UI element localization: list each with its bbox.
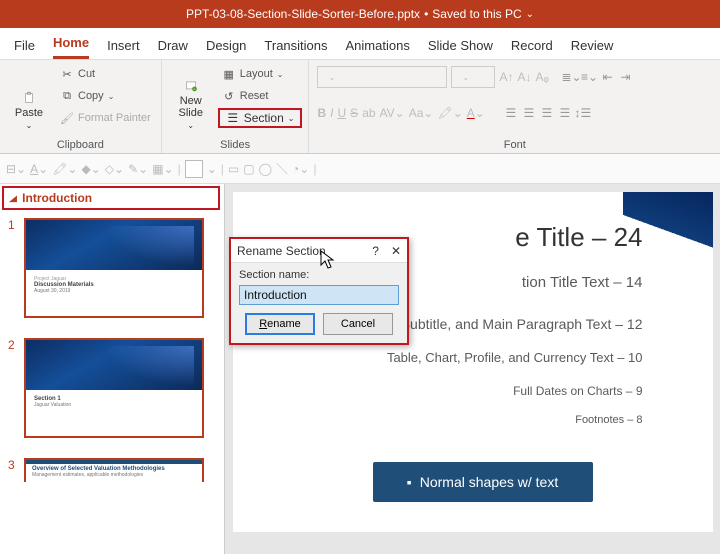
font-color-icon[interactable]: A⌄ bbox=[467, 106, 485, 120]
font-family-select[interactable]: ⌄ bbox=[317, 66, 447, 88]
cancel-button[interactable]: Cancel bbox=[323, 313, 393, 335]
section-button[interactable]: ☰Section⌄ bbox=[218, 108, 303, 128]
font-size-select[interactable]: ⌄ bbox=[451, 66, 495, 88]
chevron-down-icon[interactable]: ⌄ bbox=[526, 9, 534, 20]
layout-button[interactable]: ▦Layout⌄ bbox=[218, 64, 303, 84]
spacing-icon[interactable]: AV⌄ bbox=[380, 106, 405, 120]
group-font: ⌄ ⌄ A↑ A↓ Aᵩ ≣⌄ ≡⌄ ⇤ ⇥ B I U S ab AV⌄ Aa… bbox=[309, 60, 720, 153]
layout-icon: ▦ bbox=[222, 67, 236, 81]
tab-transitions[interactable]: Transitions bbox=[264, 32, 327, 59]
case-icon[interactable]: Aa⌄ bbox=[409, 106, 434, 120]
copy-button[interactable]: ⧉Copy⌄ bbox=[56, 86, 155, 106]
tab-record[interactable]: Record bbox=[511, 32, 553, 59]
section-icon: ☰ bbox=[226, 111, 240, 125]
save-status: Saved to this PC bbox=[432, 7, 521, 21]
indent-left-icon[interactable]: ⇤ bbox=[599, 70, 615, 84]
slide-line-4: Table, Chart, Profile, and Currency Text… bbox=[387, 350, 643, 365]
clear-format-icon[interactable]: Aᵩ bbox=[536, 70, 549, 84]
recent-color-1[interactable] bbox=[185, 160, 203, 178]
increase-font-icon[interactable]: A↑ bbox=[499, 70, 513, 84]
font-color-tool-icon[interactable]: A⌄ bbox=[30, 162, 48, 176]
dialog-help-icon[interactable]: ? bbox=[372, 244, 379, 258]
highlight-icon[interactable]: 🖍⌄ bbox=[437, 106, 462, 120]
ribbon-tabs: File Home Insert Draw Design Transitions… bbox=[0, 28, 720, 60]
brush-icon: 🖌 bbox=[60, 111, 74, 125]
section-header[interactable]: Introduction bbox=[2, 186, 220, 210]
pattern-tool-icon[interactable]: ▦⌄ bbox=[152, 162, 173, 176]
cut-button[interactable]: ✂Cut bbox=[56, 64, 155, 84]
indent-right-icon[interactable]: ⇥ bbox=[617, 70, 633, 84]
align-right-icon[interactable]: ☰ bbox=[539, 106, 555, 120]
document-filename: PPT-03-08-Section-Slide-Sorter-Before.pp… bbox=[186, 7, 420, 21]
strike-icon[interactable]: S bbox=[350, 106, 358, 120]
numbering-icon[interactable]: ≡⌄ bbox=[581, 70, 597, 84]
reset-button[interactable]: ↺Reset bbox=[218, 86, 303, 106]
align-center-icon[interactable]: ☰ bbox=[521, 106, 537, 120]
slide-line-5: Full Dates on Charts – 9 bbox=[513, 384, 642, 398]
slide-line-6: Footnotes – 8 bbox=[575, 414, 642, 426]
list-icons: ≣⌄ ≡⌄ ⇤ ⇥ bbox=[563, 70, 633, 84]
align-tool-icon[interactable]: ⊟⌄ bbox=[6, 162, 26, 176]
rect-shape-icon[interactable]: ▭ bbox=[228, 162, 239, 176]
tab-slide-show[interactable]: Slide Show bbox=[428, 32, 493, 59]
ribbon: Paste ⌄ ✂Cut ⧉Copy⌄ 🖌Format Painter Clip… bbox=[0, 60, 720, 154]
slide-title: e Title – 24 bbox=[515, 222, 642, 253]
tab-review[interactable]: Review bbox=[571, 32, 614, 59]
section-name: Introduction bbox=[22, 191, 92, 205]
line-tool-icon[interactable]: ✎⌄ bbox=[128, 162, 148, 176]
title-bar: PPT-03-08-Section-Slide-Sorter-Before.pp… bbox=[0, 0, 720, 28]
tab-design[interactable]: Design bbox=[206, 32, 246, 59]
group-clipboard: Paste ⌄ ✂Cut ⧉Copy⌄ 🖌Format Painter Clip… bbox=[0, 60, 162, 153]
scissors-icon: ✂ bbox=[60, 67, 74, 81]
slide-line-2: tion Title Text – 14 bbox=[522, 274, 643, 291]
tab-file[interactable]: File bbox=[14, 32, 35, 59]
tab-animations[interactable]: Animations bbox=[346, 32, 410, 59]
svg-text:+: + bbox=[193, 87, 195, 91]
dialog-title: Rename Section bbox=[237, 244, 326, 258]
clipboard-icon bbox=[22, 91, 36, 105]
format-painter-button[interactable]: 🖌Format Painter bbox=[56, 108, 155, 128]
outline-tool-icon[interactable]: ◇⌄ bbox=[105, 162, 124, 176]
line-shape-icon[interactable]: ＼ bbox=[276, 160, 288, 177]
dialog-close-icon[interactable]: ✕ bbox=[391, 244, 401, 258]
tab-insert[interactable]: Insert bbox=[107, 32, 140, 59]
highlight-tool-icon[interactable]: 🖍⌄ bbox=[52, 162, 77, 176]
align-icons: ☰ ☰ ☰ ☰ ↕☰ bbox=[503, 106, 591, 120]
align-left-icon[interactable]: ☰ bbox=[503, 106, 519, 120]
decrease-font-icon[interactable]: A↓ bbox=[518, 70, 532, 84]
group-label-font: Font bbox=[317, 139, 712, 151]
italic-icon[interactable]: I bbox=[330, 106, 333, 120]
rename-button[interactable]: Rename bbox=[245, 313, 315, 335]
tab-draw[interactable]: Draw bbox=[158, 32, 188, 59]
underline-icon[interactable]: U bbox=[338, 106, 347, 120]
bold-icon[interactable]: B bbox=[317, 106, 326, 120]
tab-home[interactable]: Home bbox=[53, 29, 89, 59]
group-label-slides: Slides bbox=[168, 139, 303, 151]
oval-shape-icon[interactable]: ◯ bbox=[259, 162, 272, 176]
section-name-input[interactable] bbox=[239, 285, 399, 305]
rrect-shape-icon[interactable]: ▢ bbox=[243, 162, 254, 176]
thumbnail-pane[interactable]: Introduction 1 Project Jaguar Discussion… bbox=[0, 184, 225, 554]
shadow-icon[interactable]: ab bbox=[362, 106, 375, 120]
group-slides: + New Slide ⌄ ▦Layout⌄ ↺Reset ☰Section⌄ … bbox=[162, 60, 310, 153]
bullet-square-icon: ▪ bbox=[407, 474, 412, 490]
group-label-clipboard: Clipboard bbox=[6, 139, 155, 151]
quick-toolbar: ⊟⌄ A⌄ 🖍⌄ ◆⌄ ◇⌄ ✎⌄ ▦⌄ | ⌄ | ▭ ▢ ◯ ＼ ◔⌄ | bbox=[0, 154, 720, 184]
align-justify-icon[interactable]: ☰ bbox=[557, 106, 573, 120]
line-spacing-icon[interactable]: ↕☰ bbox=[575, 106, 591, 120]
slide-thumb-1[interactable]: 1 Project Jaguar Discussion Materials Au… bbox=[0, 214, 224, 334]
copy-icon: ⧉ bbox=[60, 89, 74, 103]
shape-fill-tool-icon[interactable]: ◆⌄ bbox=[81, 162, 100, 176]
rename-section-dialog: Rename Section ? ✕ Section name: Rename … bbox=[229, 237, 409, 345]
reset-icon: ↺ bbox=[222, 89, 236, 103]
more-shapes-icon[interactable]: ◔⌄ bbox=[292, 162, 309, 176]
sample-shape: ▪ Normal shapes w/ text bbox=[373, 462, 593, 502]
new-slide-button[interactable]: + New Slide ⌄ bbox=[168, 64, 214, 132]
slide-thumb-3[interactable]: 3 Overview of Selected Valuation Methodo… bbox=[0, 454, 224, 498]
section-name-label: Section name: bbox=[239, 269, 399, 281]
new-slide-icon: + bbox=[184, 79, 198, 93]
slide-thumb-2[interactable]: 2 Section 1 Jaguar Valuation bbox=[0, 334, 224, 454]
bullets-icon[interactable]: ≣⌄ bbox=[563, 70, 579, 84]
paste-button[interactable]: Paste ⌄ bbox=[6, 64, 52, 132]
